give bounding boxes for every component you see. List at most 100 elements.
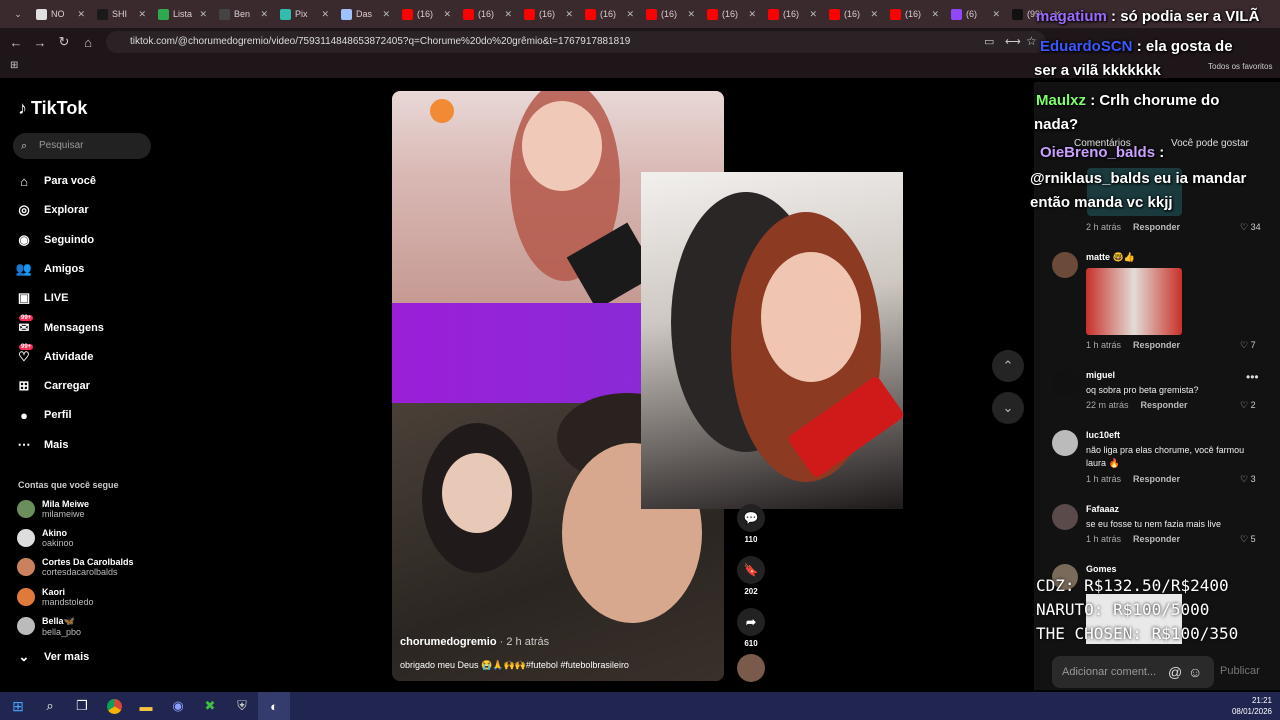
close-icon[interactable]: ✕ <box>443 9 451 20</box>
search-input[interactable]: ⌕ Pesquisar <box>13 133 151 159</box>
following-account[interactable]: Cortes Da Carolbalds cortesdacarolbalds <box>17 557 134 577</box>
bookmark-star-icon[interactable]: ☆ <box>1026 34 1037 48</box>
nav-item[interactable]: ✉ 99+ Mensagens <box>16 314 104 339</box>
add-comment-input[interactable]: Adicionar coment... @ ☺ <box>1052 656 1214 688</box>
reply-button[interactable]: Responder <box>1133 340 1180 350</box>
browser-tab[interactable]: (16) ✕ <box>396 3 457 25</box>
see-more-button[interactable]: ⌄ Ver mais <box>16 646 90 668</box>
like-button[interactable]: ♡ 2 <box>1240 400 1256 411</box>
avatar[interactable] <box>1052 370 1078 396</box>
browser-tab[interactable]: (16) ✕ <box>457 3 518 25</box>
comments-action[interactable]: 💬 110 <box>736 504 766 544</box>
comment-author[interactable]: Fafaaaz <box>1086 504 1119 514</box>
shield-icon[interactable]: ⛨ <box>226 692 258 720</box>
task-view-icon[interactable]: ❐ <box>66 692 98 720</box>
discord-icon[interactable]: ◉ <box>162 692 194 720</box>
browser-tab[interactable]: SHI ✕ <box>91 3 152 25</box>
nav-item[interactable]: ♡ 99+ Atividade <box>16 343 94 368</box>
tab-you-may-like[interactable]: Você pode gostar <box>1171 138 1249 149</box>
browser-tab[interactable]: Ben ✕ <box>213 3 274 25</box>
close-icon[interactable]: ✕ <box>138 9 146 20</box>
close-icon[interactable]: ✕ <box>565 9 573 20</box>
browser-tab[interactable]: (16) ✕ <box>884 3 945 25</box>
close-icon[interactable]: ✕ <box>992 9 1000 20</box>
save-action[interactable]: 🔖 202 <box>736 556 766 596</box>
browser-tab[interactable]: (16) ✕ <box>518 3 579 25</box>
browser-tab[interactable]: (16) ✕ <box>823 3 884 25</box>
like-button[interactable]: ♡ 5 <box>1240 534 1256 545</box>
tiktok-logo[interactable]: ♪ TikTok <box>18 98 87 119</box>
following-account[interactable]: Mila Meiwe milameiwe <box>17 499 89 519</box>
author-name[interactable]: chorumedogremio <box>400 636 497 648</box>
comment-author[interactable]: Gomes <box>1086 564 1117 574</box>
windows-start-icon[interactable]: ⊞ <box>2 692 34 720</box>
following-account[interactable]: Bella🦋 bella_pbo <box>17 616 81 637</box>
share-action[interactable]: ➦ 610 <box>736 608 766 648</box>
comment-author[interactable]: matte 🤓👍 <box>1086 252 1135 263</box>
video-author[interactable]: chorumedogremio · 2 h atrás <box>400 636 549 648</box>
reload-icon[interactable]: ↻ <box>52 34 76 50</box>
chrome-icon[interactable] <box>98 692 130 720</box>
following-account[interactable]: Akino oakinoo <box>17 528 74 548</box>
browser-tab[interactable]: Pix ✕ <box>274 3 335 25</box>
next-video-button[interactable]: ⌄ <box>992 392 1024 424</box>
apps-icon[interactable]: ⊞ <box>10 60 18 71</box>
nav-item[interactable]: ⌂ Para você <box>16 170 96 192</box>
nav-item[interactable]: ⊞ Carregar <box>16 375 90 397</box>
browser-tab[interactable]: (16) ✕ <box>701 3 762 25</box>
forward-icon[interactable]: → <box>28 35 52 50</box>
close-icon[interactable]: ✕ <box>687 9 695 20</box>
nav-item[interactable]: ◉ Seguindo <box>16 229 94 251</box>
close-icon[interactable]: ✕ <box>77 9 85 20</box>
close-icon[interactable]: ✕ <box>809 9 817 20</box>
close-icon[interactable]: ✕ <box>626 9 634 20</box>
tab-search-icon[interactable]: ⌄ <box>6 9 30 20</box>
obs-icon[interactable]: ◐ <box>258 692 290 720</box>
browser-tab[interactable]: NO ✕ <box>30 3 91 25</box>
nav-item[interactable]: 👥 Amigos <box>16 258 84 280</box>
avatar[interactable] <box>1052 504 1078 530</box>
all-bookmarks[interactable]: Todos os favoritos <box>1208 62 1272 71</box>
browser-tab[interactable]: Das ✕ <box>335 3 396 25</box>
avatar[interactable] <box>1052 430 1078 456</box>
more-options-icon[interactable]: ••• <box>1246 370 1259 384</box>
back-icon[interactable]: ← <box>4 35 28 50</box>
nav-item[interactable]: ● Perfil <box>16 404 71 426</box>
comment-author[interactable]: luc10eft <box>1086 430 1120 440</box>
close-icon[interactable]: ✕ <box>260 9 268 20</box>
home-icon[interactable]: ⌂ <box>76 35 100 50</box>
close-icon[interactable]: ✕ <box>321 9 329 20</box>
emoji-icon[interactable]: ☺ <box>1188 656 1202 688</box>
xbox-icon[interactable]: ✖ <box>194 692 226 720</box>
avatar[interactable] <box>1052 252 1078 278</box>
nav-item[interactable]: ⋯ Mais <box>16 434 69 456</box>
browser-tab[interactable]: (6) ✕ <box>945 3 1006 25</box>
nav-item[interactable]: ▣ LIVE <box>16 287 69 309</box>
file-explorer-icon[interactable]: ▬ <box>130 692 162 720</box>
cast-icon[interactable]: ▭ <box>984 35 994 48</box>
browser-tab[interactable]: (16) ✕ <box>640 3 701 25</box>
reply-button[interactable]: Responder <box>1133 222 1180 232</box>
close-icon[interactable]: ✕ <box>199 9 207 20</box>
previous-video-button[interactable]: ⌃ <box>992 350 1024 382</box>
close-icon[interactable]: ✕ <box>504 9 512 20</box>
close-icon[interactable]: ✕ <box>382 9 390 20</box>
reply-button[interactable]: Responder <box>1133 534 1180 544</box>
close-icon[interactable]: ✕ <box>931 9 939 20</box>
reply-button[interactable]: Responder <box>1133 474 1180 484</box>
like-button[interactable]: ♡ 7 <box>1240 340 1256 351</box>
mention-icon[interactable]: @ <box>1168 656 1182 688</box>
close-icon[interactable]: ✕ <box>748 9 756 20</box>
browser-tab[interactable]: Lista ✕ <box>152 3 213 25</box>
creator-avatar[interactable] <box>737 654 765 682</box>
following-account[interactable]: Kaori mandstoledo <box>17 587 94 607</box>
publish-button[interactable]: Publicar <box>1220 665 1260 677</box>
translate-icon[interactable]: ⟷ <box>1005 35 1021 48</box>
browser-tab[interactable]: (16) ✕ <box>762 3 823 25</box>
close-icon[interactable]: ✕ <box>870 9 878 20</box>
system-clock[interactable]: 21:21 08/01/2026 <box>1232 695 1272 717</box>
like-button[interactable]: ♡ 34 <box>1240 222 1261 233</box>
browser-tab[interactable]: (16) ✕ <box>579 3 640 25</box>
search-icon[interactable]: ⌕ <box>34 692 66 720</box>
comment-author[interactable]: miguel <box>1086 370 1115 380</box>
